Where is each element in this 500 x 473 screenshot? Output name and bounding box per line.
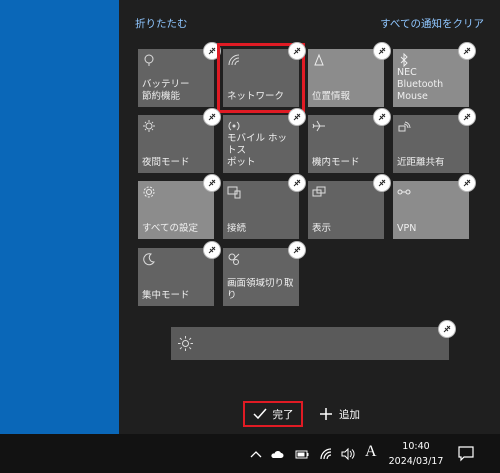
tile-label: 近距離共有 — [397, 157, 445, 168]
tile-all-settings[interactable]: すべての設定 — [138, 175, 220, 239]
taskbar: A 10:40 2024/03/17 — [0, 434, 500, 473]
battery-icon[interactable] — [295, 447, 309, 461]
tile-mobile-hotspot[interactable]: モバイル ホットス ポット — [223, 109, 305, 173]
done-button[interactable]: 完了 — [243, 401, 303, 427]
add-button[interactable]: 追加 — [319, 401, 360, 427]
speaker-volume-icon[interactable] — [341, 447, 355, 461]
nearby-share-icon — [397, 119, 411, 133]
tile-label: 集中モード — [142, 290, 190, 301]
desktop-background — [0, 0, 119, 434]
chevron-up-icon[interactable] — [249, 447, 263, 461]
tile-vpn[interactable]: VPN — [393, 175, 475, 239]
tile-airplane-mode[interactable]: 機内モード — [308, 109, 390, 173]
airplane-icon — [312, 119, 326, 133]
unpin-icon[interactable] — [459, 109, 475, 125]
onedrive-cloud-icon[interactable] — [270, 447, 284, 461]
location-icon — [312, 53, 326, 67]
night-light-icon — [142, 119, 156, 133]
tile-label: 表示 — [312, 223, 332, 234]
tile-bluetooth[interactable]: NEC Bluetooth Mouse — [393, 43, 475, 107]
vpn-icon — [397, 185, 411, 199]
bluetooth-icon — [397, 53, 411, 67]
tile-label: 機内モード — [312, 157, 360, 168]
brightness-slider[interactable] — [171, 321, 455, 360]
tile-nearby-share[interactable]: 近距離共有 — [393, 109, 475, 173]
unpin-icon[interactable] — [204, 43, 220, 59]
collapse-link[interactable]: 折りたたむ — [135, 16, 188, 31]
focus-assist-icon — [142, 252, 156, 266]
unpin-icon[interactable] — [374, 43, 390, 59]
tile-location[interactable]: 位置情報 — [308, 43, 390, 107]
unpin-icon[interactable] — [459, 43, 475, 59]
settings-gear-icon — [142, 185, 156, 199]
connect-icon — [227, 185, 241, 199]
clear-all-notifications-link[interactable]: すべての通知をクリア — [380, 16, 484, 31]
ime-indicator[interactable]: A — [365, 443, 377, 461]
unpin-icon[interactable] — [439, 321, 455, 337]
tile-label: バッテリー 節約機能 — [142, 79, 190, 102]
network-icon — [227, 53, 241, 67]
tile-night-light[interactable]: 夜間モード — [138, 109, 220, 173]
tile-label: 夜間モード — [142, 157, 190, 168]
tile-label: VPN — [397, 223, 417, 234]
tile-label: 接続 — [227, 223, 247, 234]
tile-label: モバイル ホットス ポット — [227, 133, 288, 168]
unpin-icon[interactable] — [289, 175, 305, 191]
action-center-panel: 折りたたむ すべての通知をクリア バッテリー 節約機能 ネットワーク 位置情報 … — [119, 0, 500, 434]
wifi-icon[interactable] — [319, 447, 333, 461]
tile-label: 位置情報 — [312, 91, 351, 102]
clock-time: 10:40 — [402, 441, 430, 452]
unpin-icon[interactable] — [289, 109, 305, 125]
unpin-icon[interactable] — [374, 109, 390, 125]
done-label: 完了 — [272, 408, 294, 421]
unpin-icon[interactable] — [204, 175, 220, 191]
tile-focus-assist[interactable]: 集中モード — [138, 242, 220, 306]
unpin-icon[interactable] — [289, 242, 305, 258]
add-label: 追加 — [339, 408, 360, 421]
tile-network[interactable]: ネットワーク — [217, 43, 305, 113]
screen-snip-icon — [227, 252, 241, 266]
tile-label: NEC Bluetooth Mouse — [397, 67, 444, 102]
tile-label: ネットワーク — [227, 91, 285, 102]
brightness-icon — [177, 335, 194, 352]
tile-screen-snip[interactable]: 画面領域切り取 り — [223, 242, 305, 306]
tile-battery-saver[interactable]: バッテリー 節約機能 — [138, 43, 220, 107]
plus-icon — [320, 408, 332, 420]
system-clock[interactable]: 10:40 2024/03/17 — [386, 439, 446, 469]
tile-project[interactable]: 表示 — [308, 175, 390, 239]
unpin-icon[interactable] — [374, 175, 390, 191]
unpin-icon[interactable] — [459, 175, 475, 191]
unpin-icon[interactable] — [289, 43, 305, 59]
battery-saver-icon — [142, 53, 156, 67]
tile-label: すべての設定 — [142, 223, 198, 234]
tile-label: 画面領域切り取 り — [227, 278, 294, 301]
clock-date: 2024/03/17 — [388, 456, 444, 467]
mobile-hotspot-icon — [227, 119, 241, 133]
unpin-icon[interactable] — [204, 109, 220, 125]
checkmark-icon — [252, 408, 267, 420]
unpin-icon[interactable] — [204, 242, 220, 258]
notification-center-icon[interactable] — [456, 443, 476, 463]
project-icon — [312, 185, 326, 199]
tile-connect[interactable]: 接続 — [223, 175, 305, 239]
